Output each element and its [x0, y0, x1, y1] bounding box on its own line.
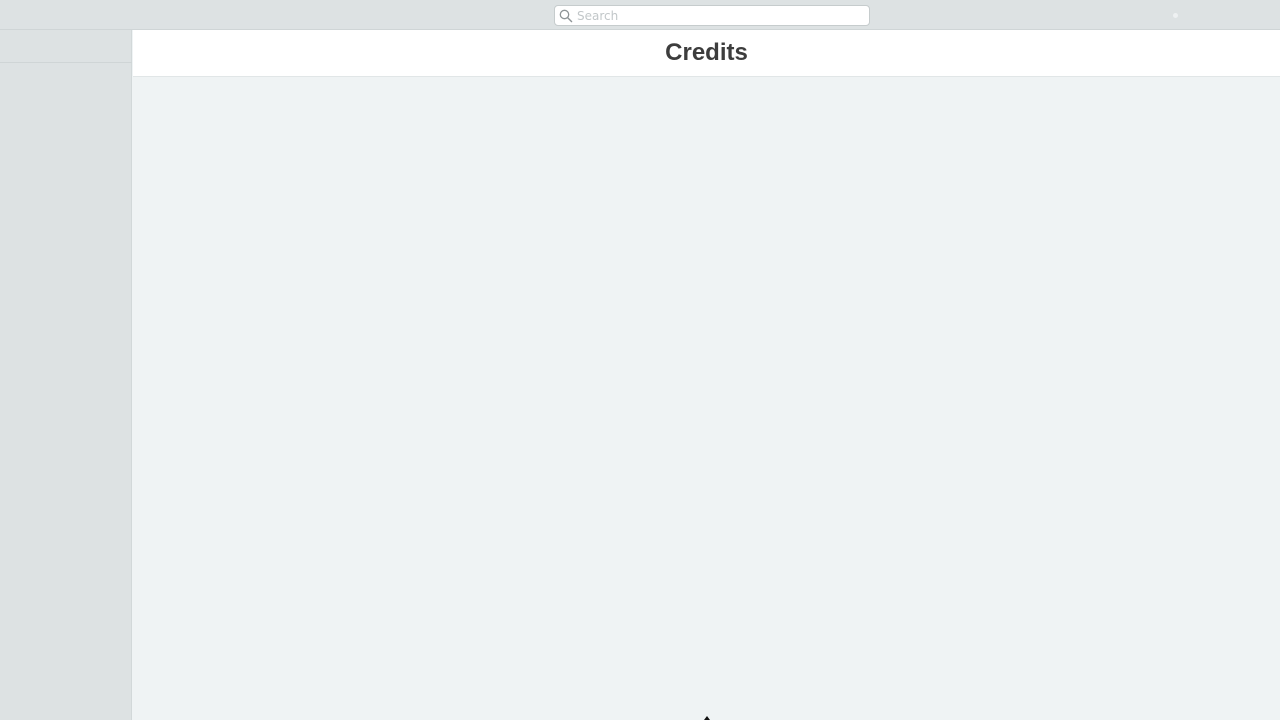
sidebar [0, 30, 132, 720]
mouse-cursor-icon [704, 716, 710, 720]
search-box[interactable] [554, 5, 870, 26]
search-input[interactable] [577, 6, 865, 25]
sidebar-header [0, 30, 132, 63]
status-indicator-dot [1173, 13, 1178, 18]
main-content: Credits [133, 30, 1280, 720]
top-toolbar [0, 0, 1280, 30]
page-title: Credits [665, 39, 748, 66]
search-icon [559, 9, 573, 23]
title-bar: Credits [133, 30, 1280, 77]
